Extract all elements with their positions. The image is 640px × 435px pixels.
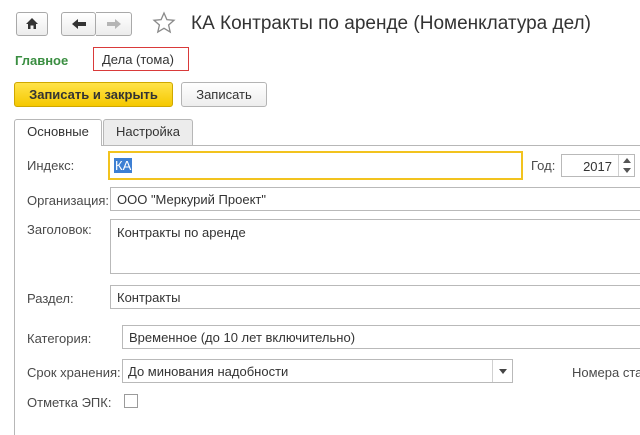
storage-select[interactable]: До минования надобности <box>122 359 513 383</box>
year-label: Год: <box>531 158 556 173</box>
org-input[interactable]: ООО "Меркурий Проект" <box>110 187 640 211</box>
nav-link-deals[interactable]: Дела (тома) <box>93 47 189 71</box>
heading-textarea[interactable]: Контракты по аренде <box>110 219 640 274</box>
category-value: Временное (до 10 лет включительно) <box>129 330 356 345</box>
chevron-down-icon <box>623 168 631 173</box>
section-input[interactable]: Контракты <box>110 285 640 309</box>
back-button[interactable] <box>61 12 96 36</box>
index-input[interactable]: КА <box>108 151 523 180</box>
chevron-up-icon <box>623 158 631 163</box>
category-label: Категория: <box>27 331 92 346</box>
star-icon[interactable] <box>152 11 176 35</box>
tab-settings[interactable]: Настройка <box>103 119 193 145</box>
year-value: 2017 <box>583 159 612 174</box>
page-title: КА Контракты по аренде (Номенклатура дел… <box>191 13 591 34</box>
home-icon <box>26 18 38 29</box>
heading-value: Контракты по аренде <box>117 225 246 240</box>
nav-link-main[interactable]: Главное <box>15 53 68 68</box>
arrow-right-icon <box>107 19 121 29</box>
category-input[interactable]: Временное (до 10 лет включительно) <box>122 325 640 349</box>
tab-main[interactable]: Основные <box>14 119 102 146</box>
index-value: КА <box>114 158 133 173</box>
numbers-label: Номера ста <box>572 365 640 380</box>
save-button[interactable]: Записать <box>181 82 267 107</box>
epk-checkbox[interactable] <box>124 394 138 408</box>
year-input[interactable]: 2017 <box>561 154 635 177</box>
org-value: ООО "Меркурий Проект" <box>117 192 266 207</box>
index-label: Индекс: <box>27 158 75 173</box>
save-and-close-button[interactable]: Записать и закрыть <box>14 82 173 107</box>
chevron-down-icon <box>499 369 507 374</box>
storage-value: До минования надобности <box>128 364 289 379</box>
year-spinner[interactable] <box>618 155 634 176</box>
storage-label: Срок хранения: <box>27 365 121 380</box>
storage-dropdown-button[interactable] <box>492 360 512 382</box>
forward-button[interactable] <box>96 12 132 36</box>
epk-label: Отметка ЭПК: <box>27 395 112 410</box>
home-button[interactable] <box>16 12 48 36</box>
section-value: Контракты <box>117 290 181 305</box>
org-label: Организация: <box>27 193 110 208</box>
arrow-left-icon <box>72 19 86 29</box>
section-label: Раздел: <box>27 291 74 306</box>
heading-label: Заголовок: <box>27 222 92 237</box>
